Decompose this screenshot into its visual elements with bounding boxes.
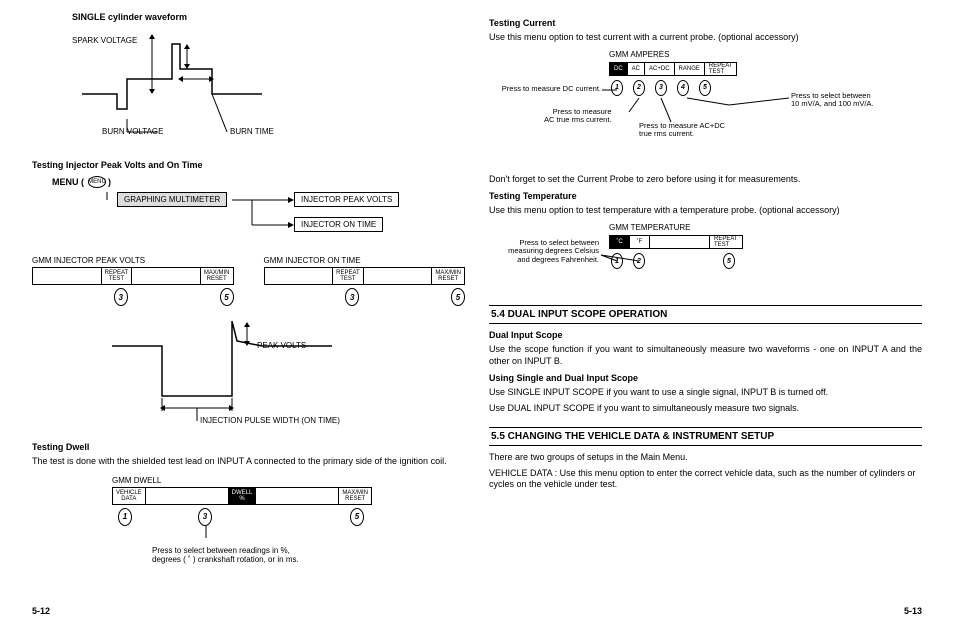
inst-title: GMM INJECTOR PEAK VOLTS [32,256,234,265]
peak-volts-label: PEAK VOLTS [257,341,306,350]
using-scope-p1: Use SINGLE INPUT SCOPE if you want to us… [489,387,922,399]
injector-test-heading: Testing Injector Peak Volts and On Time [32,160,465,170]
gmm-injector-on-time: GMM INJECTOR ON TIME REPEAT TEST MAX/MIN… [264,256,466,306]
injector-on-time-box: INJECTOR ON TIME [294,217,383,232]
button-5[interactable]: 5 [220,288,234,306]
repeat-test-cell[interactable]: REPEAT TEST [102,268,133,284]
dwell-cell[interactable]: DWELL % [229,488,257,504]
range-callout: Press to select between 10 mV/A, and 100… [791,92,874,109]
button-3[interactable]: 3 [345,288,359,306]
spark-voltage-label: SPARK VOLTAGE [72,36,137,45]
inst-title: GMM DWELL [112,476,372,485]
right-page: Testing Current Use this menu option to … [477,12,934,616]
gmm-temperature-diagram: GMM TEMPERATURE ˚C ˚F REPEAT TEST 1 2 5 … [489,223,922,293]
waveform-diagram: SPARK VOLTAGE BURN VOLTAGE BURN TIME [72,24,465,154]
injector-peak-volts-box: INJECTOR PEAK VOLTS [294,192,399,207]
dc-callout: Press to measure DC current. [489,85,601,93]
dwell-paragraph: The test is done with the shielded test … [32,456,465,468]
gmm-amperes-diagram: GMM AMPERES DC AC AC+DC RANGE REPEAT TES… [489,50,922,170]
injection-pulse-label: INJECTION PULSE WIDTH (ON TIME) [200,416,340,425]
single-waveform-title: SINGLE cylinder waveform [72,12,465,22]
section-5-4-heading: 5.4 DUAL INPUT SCOPE OPERATION [489,305,922,324]
left-page: SINGLE cylinder waveform SPARK VOLTAGE B… [20,12,477,616]
gmm-dwell-instrument: GMM DWELL VEHICLE DATA DWELL % MAX/MIN R… [112,476,372,564]
using-scope-heading: Using Single and Dual Input Scope [489,373,922,383]
s55-p2: VEHICLE DATA : Use this menu option to e… [489,468,922,491]
testing-current-para: Use this menu option to test current wit… [489,32,922,44]
button-3[interactable]: 3 [198,508,212,526]
testing-current-heading: Testing Current [489,18,922,28]
burn-time-label: BURN TIME [230,127,274,136]
testing-temperature-heading: Testing Temperature [489,191,922,201]
maxmin-reset-cell[interactable]: MAX/MIN RESET [201,268,233,284]
menu-label: MENU ( [52,177,84,187]
vehicle-data-cell[interactable]: VEHICLE DATA [113,488,146,504]
dual-input-scope-para: Use the scope function if you want to si… [489,344,922,367]
gmm-injector-peak-volts: GMM INJECTOR PEAK VOLTS REPEAT TEST MAX/… [32,256,234,306]
button-3[interactable]: 3 [114,288,128,306]
inst-title: GMM INJECTOR ON TIME [264,256,466,265]
menu-button-icon[interactable]: MENU [88,176,106,188]
button-5[interactable]: 5 [451,288,465,306]
dwell-note: Press to select between readings in %, d… [152,546,372,564]
graphing-multimeter-box: GRAPHING MULTIMETER [117,192,227,207]
ac-callout: Press to measure AC true rms current. [544,108,612,125]
acdc-callout: Press to measure AC+DC true rms current. [639,122,725,139]
maxmin-reset-cell[interactable]: MAX/MIN RESET [432,268,464,284]
page-number: 5-13 [904,606,922,616]
instrument-row: GMM INJECTOR PEAK VOLTS REPEAT TEST MAX/… [32,256,465,306]
testing-temperature-para: Use this menu option to test temperature… [489,205,922,217]
testing-dwell-heading: Testing Dwell [32,442,465,452]
injection-waveform: PEAK VOLTS INJECTION PULSE WIDTH (ON TIM… [102,316,465,436]
temp-callout: Press to select between measuring degree… [489,239,599,264]
s55-p1: There are two groups of setups in the Ma… [489,452,922,464]
page-number: 5-12 [32,606,50,616]
button-1[interactable]: 1 [118,508,132,526]
button-5[interactable]: 5 [350,508,364,526]
maxmin-reset-cell[interactable]: MAX/MIN RESET [339,488,371,504]
probe-note: Don't forget to set the Current Probe to… [489,174,922,186]
repeat-test-cell[interactable]: REPEAT TEST [333,268,364,284]
using-scope-p2: Use DUAL INPUT SCOPE if you want to simu… [489,403,922,415]
burn-voltage-label: BURN VOLTAGE [102,127,164,136]
menu-tree: GRAPHING MULTIMETER INJECTOR PEAK VOLTS … [62,192,465,248]
menu-close-paren: ) [108,177,111,187]
dual-input-scope-heading: Dual Input Scope [489,330,922,340]
section-5-5-heading: 5.5 CHANGING THE VEHICLE DATA & INSTRUME… [489,427,922,446]
